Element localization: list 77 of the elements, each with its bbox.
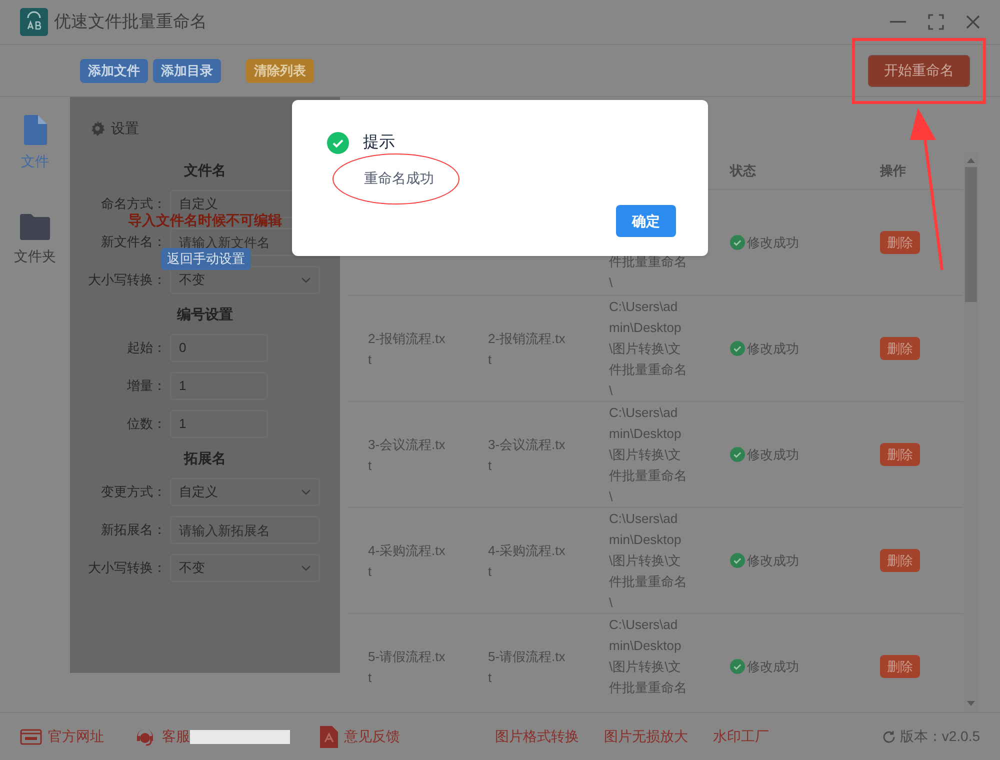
input-field[interactable]: 请输入新拓展名 bbox=[170, 516, 320, 544]
status-text: 修改成功 bbox=[747, 552, 799, 570]
tool-link[interactable]: 水印工厂 bbox=[713, 726, 769, 747]
tool-link[interactable]: 图片无损放大 bbox=[604, 726, 688, 747]
field-label: 命名方式： bbox=[100, 195, 167, 213]
footer-link[interactable]: 客服 bbox=[162, 726, 190, 747]
file-name-text: 5-请假流程.tx t bbox=[368, 648, 446, 686]
status-text: 修改成功 bbox=[747, 340, 799, 358]
chevron-down-icon bbox=[301, 489, 311, 495]
dialog-message: 重命名成功 bbox=[364, 170, 434, 186]
status-text: 修改成功 bbox=[747, 446, 799, 464]
app-logo-icon bbox=[20, 8, 48, 36]
field-label: 位数： bbox=[126, 415, 167, 434]
file-name-text: 4-采购流程.tx t bbox=[488, 542, 566, 580]
settings-icon bbox=[90, 120, 105, 136]
delete-button[interactable]: 删除 bbox=[880, 655, 920, 678]
confirm-button[interactable]: 确定 bbox=[616, 205, 676, 237]
file-icon bbox=[23, 115, 47, 145]
settings-title: 设置 bbox=[111, 118, 139, 138]
section-heading: 文件名 bbox=[184, 160, 226, 180]
toolbar-button[interactable]: 添加文件 bbox=[80, 58, 148, 82]
column-header: 状态 bbox=[730, 162, 757, 180]
close-icon[interactable] bbox=[966, 15, 980, 29]
field-label: 变更方式： bbox=[100, 483, 167, 502]
document-icon bbox=[320, 726, 338, 748]
delete-button[interactable]: 删除 bbox=[880, 443, 920, 466]
version-text: 版本：v2.0.5 bbox=[900, 727, 980, 746]
dialog-title: 提示 bbox=[363, 133, 395, 153]
web-icon bbox=[20, 728, 42, 744]
chevron-down-icon bbox=[301, 277, 311, 283]
section-heading: 编号设置 bbox=[177, 304, 233, 324]
tool-link[interactable]: 图片格式转换 bbox=[495, 726, 579, 747]
manual-settings-button[interactable]: 返回手动设置 bbox=[161, 248, 251, 270]
scrollbar-thumb[interactable] bbox=[964, 167, 976, 302]
scroll-up-icon[interactable] bbox=[966, 158, 974, 163]
maximize-icon[interactable] bbox=[928, 14, 944, 30]
file-name-text: 2-报销流程.tx t bbox=[488, 330, 566, 368]
start-rename-button[interactable]: 开始重命名 bbox=[868, 54, 970, 86]
sidebar-item[interactable]: 文件 bbox=[21, 115, 49, 172]
folder-icon bbox=[20, 214, 50, 240]
status-text: 修改成功 bbox=[747, 234, 799, 252]
file-name-text: 2-报销流程.tx t bbox=[368, 330, 446, 368]
path-text: C:\Users\ad min\Desktop \图片转换\文 件批量重命名 \ bbox=[609, 298, 687, 400]
file-name-text: 3-会议流程.tx t bbox=[488, 436, 566, 474]
sidebar-item[interactable]: 文件夹 bbox=[14, 214, 56, 267]
path-text: C:\Users\ad min\Desktop \图片转换\文 件批量重命名 \ bbox=[609, 404, 687, 506]
scroll-down-icon[interactable] bbox=[966, 701, 974, 706]
number-field[interactable]: 1 bbox=[170, 372, 268, 400]
select-field[interactable]: 自定义 bbox=[170, 478, 320, 506]
number-field[interactable]: 0 bbox=[170, 334, 268, 362]
delete-button[interactable]: 删除 bbox=[880, 337, 920, 360]
field-label: 大小写转换： bbox=[87, 271, 167, 290]
chevron-down-icon bbox=[301, 565, 311, 571]
delete-button[interactable]: 删除 bbox=[880, 549, 920, 572]
status-text: 修改成功 bbox=[747, 658, 799, 676]
field-label: 大小写转换： bbox=[87, 559, 167, 578]
number-field[interactable]: 1 bbox=[170, 410, 268, 438]
file-name-text: 4-采购流程.tx t bbox=[368, 542, 446, 580]
select-field[interactable]: 不变 bbox=[170, 554, 320, 582]
field-label: 增量： bbox=[126, 377, 167, 396]
window-title: 优速文件批量重命名 bbox=[54, 11, 207, 34]
path-text: C:\Users\ad min\Desktop \图片转换\文 件批量重命名 \ bbox=[609, 510, 687, 612]
file-name-text: 3-会议流程.tx t bbox=[368, 436, 446, 474]
delete-button[interactable]: 删除 bbox=[880, 231, 920, 254]
toolbar-button[interactable]: 添加目录 bbox=[153, 58, 221, 82]
column-header: 操作 bbox=[880, 162, 906, 180]
check-circle-icon bbox=[327, 132, 349, 154]
refresh-icon bbox=[882, 730, 896, 744]
section-heading: 拓展名 bbox=[184, 448, 226, 468]
path-text: C:\Users\ad min\Desktop \图片转换\文 件批量重命名 bbox=[609, 616, 687, 697]
footer-link[interactable]: 意见反馈 bbox=[344, 726, 400, 747]
minimize-icon[interactable] bbox=[890, 21, 906, 23]
toolbar-button[interactable]: 清除列表 bbox=[246, 58, 314, 82]
footer-link[interactable]: 官方网址 bbox=[48, 726, 104, 747]
file-name-text: 5-请假流程.tx t bbox=[488, 648, 566, 686]
field-label: 起始： bbox=[126, 339, 167, 358]
field-label: 新拓展名： bbox=[100, 521, 167, 540]
